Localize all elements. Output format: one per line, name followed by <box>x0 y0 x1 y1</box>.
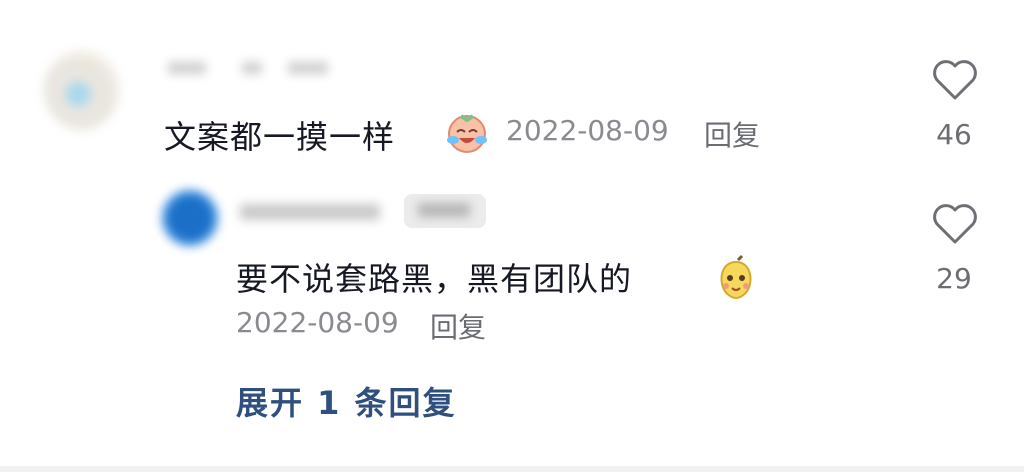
bottom-divider <box>0 466 1024 472</box>
reply-text: 要不说套路黑，黑有团队的 <box>236 260 633 298</box>
comment-text: 文案都一摸一样 <box>164 118 396 156</box>
author-badge-label-blurred <box>418 203 470 217</box>
commenter-avatar[interactable] <box>44 50 120 130</box>
like-count: 46 <box>936 118 972 151</box>
heart-icon[interactable] <box>930 200 980 250</box>
commenter-name-blurred[interactable] <box>288 62 328 74</box>
reply-button[interactable]: 回复 <box>704 114 760 154</box>
commenter-name-blurred[interactable] <box>168 62 206 74</box>
reply-date: 2022-08-09 <box>236 306 399 339</box>
crying-laughing-face-icon <box>443 108 491 160</box>
pear-face-icon <box>712 254 760 306</box>
comment-date: 2022-08-09 <box>506 114 669 147</box>
heart-icon[interactable] <box>930 56 980 106</box>
replier-name-blurred[interactable] <box>240 204 380 220</box>
replier-avatar[interactable] <box>162 190 218 246</box>
reply-button[interactable]: 回复 <box>430 306 486 346</box>
expand-replies-link[interactable]: 展开 1 条回复 <box>236 378 457 424</box>
like-count: 29 <box>936 262 972 295</box>
commenter-name-blurred[interactable] <box>242 62 262 74</box>
